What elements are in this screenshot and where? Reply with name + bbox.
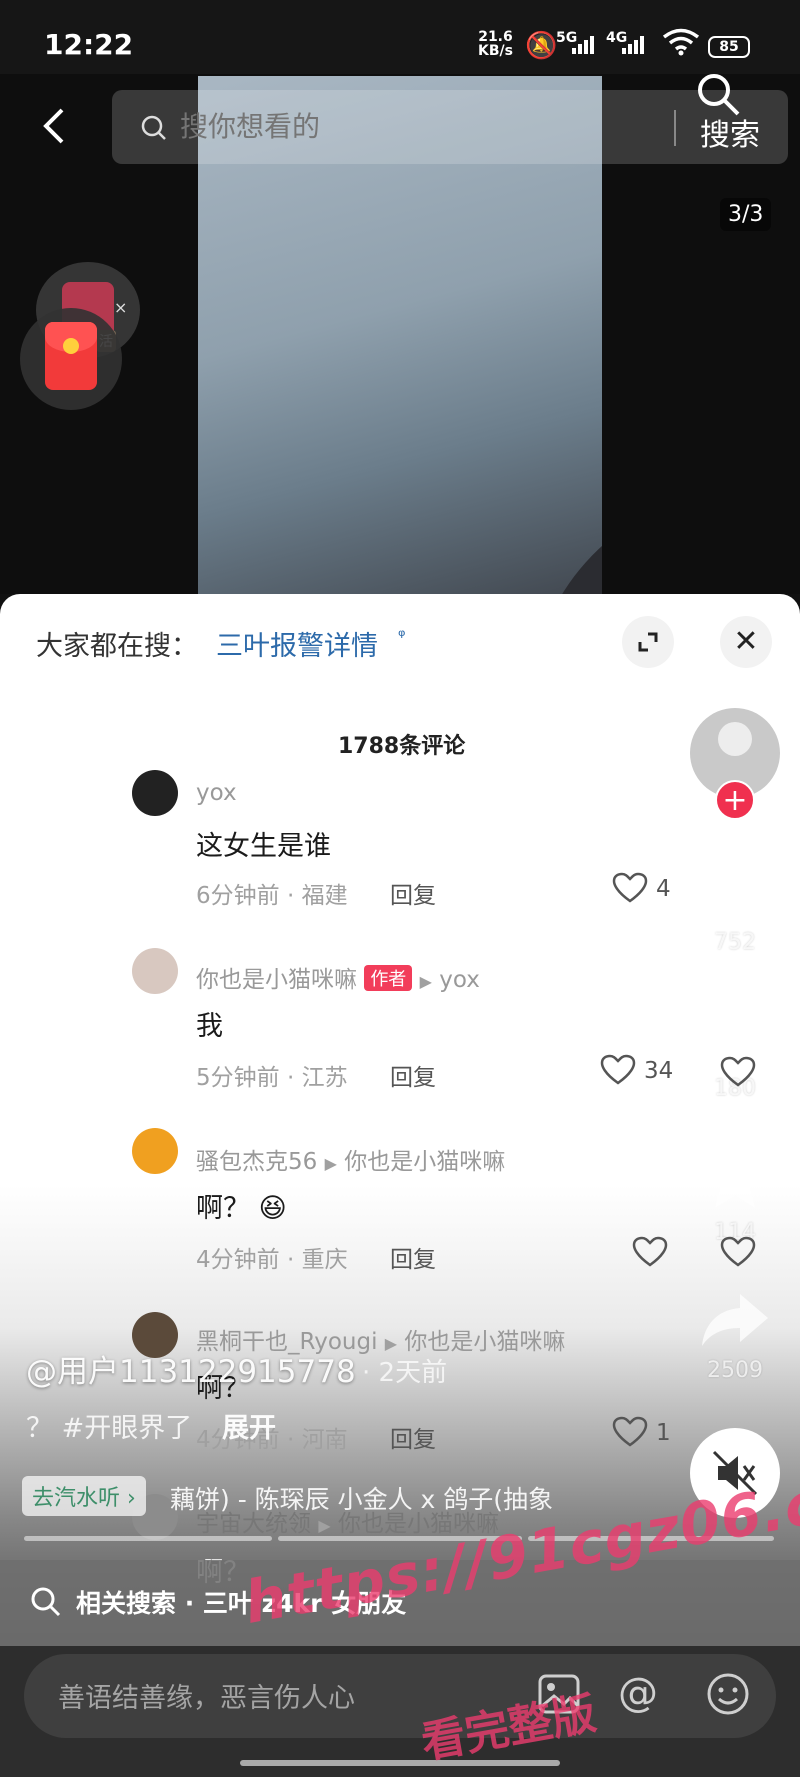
reply-button[interactable]: 回复 [390, 876, 436, 910]
like-count: 1 [656, 1420, 671, 1446]
comment-username-row: 骚包杰克56 ▶ 你也是小猫咪嘛 [196, 1142, 505, 1176]
status-time: 12:22 [44, 28, 134, 61]
video-author[interactable]: @用户113122915778 [26, 1346, 356, 1391]
comment-count: 1788条评论 [338, 734, 466, 759]
signal-bars-icon [622, 32, 644, 54]
follow-button[interactable]: + [715, 780, 755, 820]
comment-username[interactable]: 骚包杰克56 [196, 1149, 317, 1175]
post-time: · 2天前 [362, 1358, 448, 1388]
battery-indicator: 85 [708, 36, 750, 58]
like-count: 34 [644, 1058, 674, 1084]
heart-icon[interactable] [612, 1416, 648, 1448]
signal-bars-icon [572, 32, 594, 54]
heart-icon[interactable] [600, 1054, 636, 1086]
reply-to-user[interactable]: yox [439, 967, 480, 993]
emoji-icon[interactable] [706, 1672, 750, 1720]
network-speed: 21.6 KB/s [478, 30, 513, 58]
reply-button[interactable]: 回复 [390, 1058, 436, 1092]
video-description: ？ #开眼界了 [26, 1413, 193, 1444]
expand-description-link[interactable]: 展开 [222, 1406, 276, 1445]
avatar[interactable] [132, 948, 178, 994]
comment-meta: 5分钟前 · 江苏 [196, 1065, 348, 1091]
close-button[interactable]: ✕ [720, 616, 772, 668]
reply-arrow-icon: ▶ [419, 972, 432, 991]
star-icon[interactable] [702, 1146, 768, 1210]
search-input[interactable] [180, 110, 640, 143]
wifi-icon [662, 28, 700, 60]
comment-text: 我 [196, 1011, 223, 1042]
search-icon [140, 114, 168, 146]
comment-meta: 4分钟前 · 重庆 [196, 1247, 348, 1273]
search-icon: ᵠ [398, 626, 406, 647]
grin-emoji-icon: 😆 [258, 1193, 287, 1224]
comment-username-row: 你也是小猫咪嘛 作者 ▶ yox [196, 960, 480, 994]
search-divider [674, 110, 676, 146]
comment-text: 啊？ 😆 [196, 1193, 287, 1224]
reply-to-user[interactable]: 你也是小猫咪嘛 [344, 1149, 505, 1175]
like-total: 752 [714, 930, 756, 955]
trending-search-link[interactable]: 三叶报警详情 [216, 624, 378, 663]
heart-icon [720, 1056, 756, 1087]
bell-off-icon: 🔕 [525, 31, 558, 61]
reply-arrow-icon: ▶ [318, 1516, 331, 1535]
author-badge: 作者 [364, 965, 413, 991]
expand-button[interactable] [622, 616, 674, 668]
search-button[interactable]: 搜索 [700, 110, 760, 154]
heart-icon [720, 1236, 756, 1267]
reply-arrow-icon: ▶ [324, 1154, 337, 1173]
close-icon[interactable]: × [114, 298, 127, 317]
comment-icon[interactable] [700, 998, 770, 1062]
home-indicator[interactable] [240, 1760, 560, 1766]
music-app-chip[interactable]: 去汽水听 › [22, 1476, 146, 1516]
avatar[interactable] [132, 1128, 178, 1174]
avatar-placeholder [718, 722, 752, 756]
mention-icon[interactable]: @ [618, 1670, 658, 1716]
back-button[interactable] [34, 104, 78, 148]
heart-icon[interactable] [612, 872, 648, 904]
music-title[interactable]: 藕饼) - 陈琛辰 小金人 x 鸽子(抽象 [170, 1480, 553, 1516]
comment-text: 这女生是谁 [196, 831, 331, 862]
heart-icon[interactable] [632, 1236, 668, 1268]
red-packet-coin [63, 338, 79, 354]
network-speed-unit: KB/s [478, 43, 513, 59]
avatar[interactable] [132, 770, 178, 816]
comment-username[interactable]: yox [196, 780, 237, 806]
search-icon [30, 1586, 62, 1622]
page-indicator: 3/3 [720, 198, 772, 231]
network-speed-value: 21.6 [478, 29, 513, 45]
comment-username[interactable]: 你也是小猫咪嘛 [196, 967, 357, 993]
progress-segment [24, 1536, 272, 1541]
video-content-shape [478, 421, 602, 596]
expand-icon [638, 632, 658, 652]
trending-prefix: 大家都在搜： [36, 631, 198, 662]
heart-icon[interactable] [700, 856, 770, 920]
comment-input-placeholder[interactable]: 善语结善缘，恶言伤人心 [58, 1676, 355, 1715]
share-total: 2509 [707, 1358, 763, 1383]
reply-button[interactable]: 回复 [390, 1420, 436, 1454]
chevron-left-icon [43, 108, 64, 144]
reply-arrow-icon: ▶ [384, 1334, 398, 1353]
reply-button[interactable]: 回复 [390, 1240, 436, 1274]
like-count: 4 [656, 876, 671, 902]
comment-meta: 6分钟前 · 福建 [196, 883, 348, 909]
share-icon[interactable] [700, 1290, 770, 1350]
